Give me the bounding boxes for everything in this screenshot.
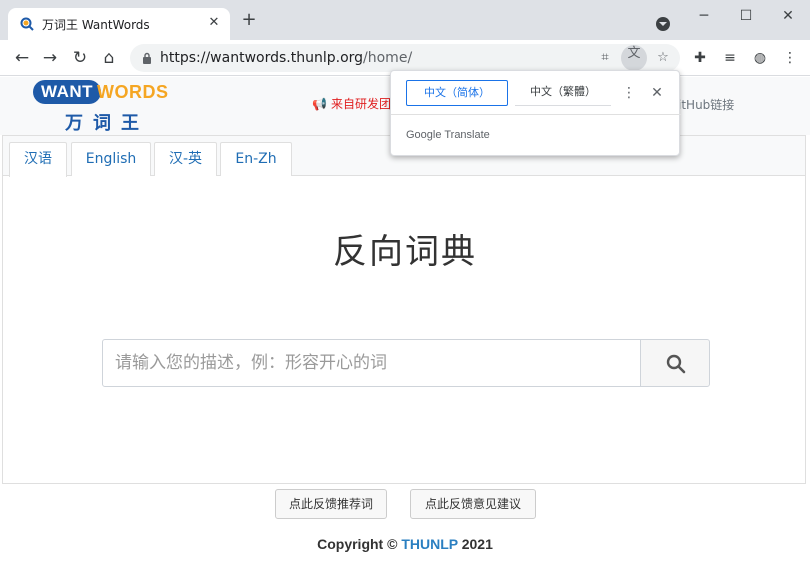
reading-list-icon[interactable]: ≡: [720, 48, 740, 68]
tab-search-icon[interactable]: [656, 17, 670, 31]
address-bar[interactable]: https://wantwords.thunlp.org/home/ ⌗ 文 ☆: [130, 44, 680, 72]
logo-want-text: WANT: [33, 80, 102, 104]
tab-close-icon[interactable]: ✕: [206, 15, 222, 31]
forward-arrow-icon[interactable]: →: [40, 48, 60, 68]
search-input[interactable]: [102, 339, 641, 387]
browser-menu-icon[interactable]: ⋮: [780, 48, 800, 68]
thunlp-link[interactable]: THUNLP: [401, 536, 458, 552]
window-close-button[interactable]: ✕: [778, 6, 798, 26]
back-arrow-icon[interactable]: ←: [12, 48, 32, 68]
home-icon[interactable]: ⌂: [99, 48, 119, 68]
url-path: /home/: [363, 50, 413, 66]
profile-avatar-icon[interactable]: ◍: [750, 48, 770, 68]
browser-tab[interactable]: 万词王 WantWords ✕: [8, 8, 230, 40]
search-card: 汉语 English 汉-英 En-Zh 反向词典: [2, 135, 806, 484]
site-logo[interactable]: WANT WORDS 万词王: [33, 80, 178, 134]
tab-english-chinese[interactable]: En-Zh: [220, 142, 292, 176]
maximize-button[interactable]: ☐: [736, 6, 756, 26]
translate-close-icon[interactable]: ✕: [649, 83, 665, 103]
translate-language-bar: 中文（简体） 中文（繁體） ⋮ ✕: [391, 71, 681, 115]
announcement-text: 来自研发团: [330, 97, 391, 111]
tab-english[interactable]: English: [71, 142, 151, 176]
translate-icon[interactable]: 文: [621, 45, 647, 71]
lang-tab-simplified[interactable]: 中文（简体）: [406, 80, 508, 106]
google-wordmark: Google: [406, 129, 442, 141]
qr-code-icon[interactable]: ⌗: [596, 49, 614, 67]
google-translate-brand: Google Translate: [406, 129, 490, 141]
feedback-recommend-button[interactable]: 点此反馈推荐词: [275, 489, 387, 519]
copyright-year: 2021: [461, 536, 493, 552]
tab-title: 万词王 WantWords: [42, 18, 150, 32]
lang-tab-traditional[interactable]: 中文（繁體）: [515, 80, 611, 106]
announcement-link[interactable]: 📢 来自研发团: [312, 95, 391, 112]
translate-options-icon[interactable]: ⋮: [621, 83, 637, 103]
bookmark-star-icon[interactable]: ☆: [654, 49, 672, 67]
translate-popup: 中文（简体） 中文（繁體） ⋮ ✕ Google Translate: [390, 70, 681, 156]
logo-words-text: WORDS: [97, 82, 169, 102]
search-icon: [666, 354, 686, 374]
new-tab-button[interactable]: +: [240, 11, 258, 30]
search-button[interactable]: [640, 339, 710, 387]
feedback-suggestion-button[interactable]: 点此反馈意见建议: [410, 489, 536, 519]
extensions-puzzle-icon[interactable]: ✚: [690, 48, 710, 68]
url-text[interactable]: https://wantwords.thunlp.org/home/: [160, 50, 412, 66]
github-link[interactable]: itHub链接: [678, 96, 734, 113]
reload-icon[interactable]: ↻: [70, 48, 90, 68]
minimize-button[interactable]: ─: [694, 6, 714, 26]
tab-chinese-english[interactable]: 汉-英: [154, 142, 217, 176]
copyright-prefix: Copyright ©: [317, 536, 398, 552]
copyright: Copyright © THUNLP 2021: [0, 536, 810, 552]
url-domain: https://wantwords.thunlp.org: [160, 50, 364, 66]
logo-chinese-text: 万词王: [65, 113, 149, 134]
browser-titlebar: 万词王 WantWords ✕ + ─ ☐ ✕: [0, 0, 810, 40]
page-title: 反向词典: [333, 232, 477, 272]
wantwords-favicon-icon: [20, 17, 34, 31]
tab-chinese[interactable]: 汉语: [9, 142, 67, 177]
megaphone-icon: 📢: [312, 97, 327, 111]
translate-wordmark: Translate: [444, 129, 490, 141]
lock-icon: [143, 52, 151, 64]
